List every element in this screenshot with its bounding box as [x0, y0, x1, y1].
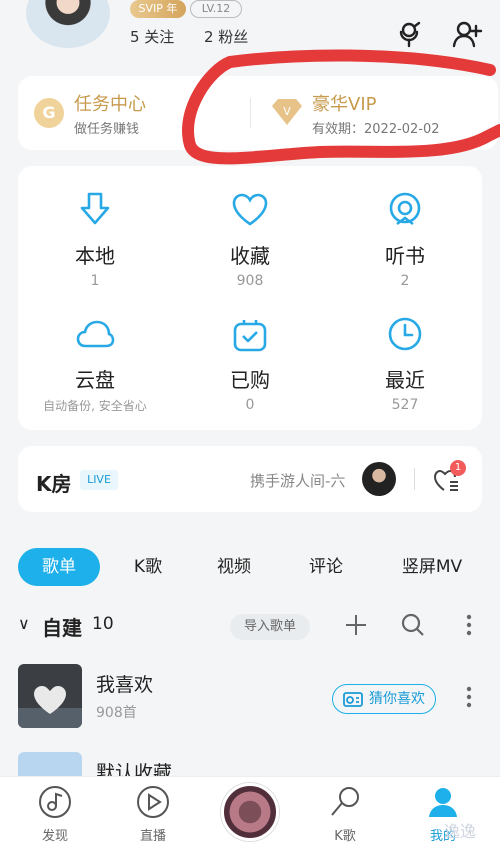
chevron-down-icon[interactable]: ∨ [18, 614, 30, 633]
grid-count: 自动备份, 安全省心 [43, 399, 147, 413]
grid-item-cloud[interactable]: 云盘 自动备份, 安全省心 [18, 314, 172, 434]
self-built-section-header: ∨ 自建 10 导入歌单 [0, 606, 500, 646]
music-note-icon [39, 786, 71, 818]
vip-expiry: 有效期：2022-02-02 [312, 122, 440, 137]
grid-item-recent[interactable]: 最近 527 [328, 314, 482, 434]
tab-comments[interactable]: 评论 [296, 548, 356, 586]
microphone-icon [331, 787, 359, 816]
add-friend-icon[interactable] [450, 18, 484, 52]
purchased-bag-icon [233, 320, 267, 352]
nav-label: 直播 [139, 829, 166, 844]
live-badge: LIVE [80, 470, 118, 490]
tab-playlists[interactable]: 歌单 [18, 548, 100, 586]
tab-vertical-mv[interactable]: 竖屏MV [392, 548, 472, 586]
grid-item-audiobook[interactable]: 听书 2 [328, 190, 482, 310]
nav-label: 发现 [41, 829, 68, 844]
radio-icon [343, 692, 363, 707]
download-icon [80, 192, 110, 225]
heart-icon [232, 193, 268, 226]
playlist-song-count: 908首 [96, 705, 137, 721]
nav-live[interactable]: 直播 [118, 785, 188, 844]
host-avatar[interactable] [362, 462, 396, 496]
vip-title[interactable]: 豪华VIP [312, 90, 376, 116]
divider [414, 468, 415, 490]
k-room-title: K房 [36, 472, 72, 496]
grid-label: 云盘 [75, 368, 115, 392]
task-vip-card: G 任务中心 做任务赚钱 V 豪华VIP 有效期：2022-02-02 [18, 76, 498, 150]
coin-icon: G [34, 98, 64, 128]
k-room-host: 携手游人间-六 [250, 472, 346, 490]
now-playing-disc[interactable] [221, 783, 279, 841]
grid-label: 本地 [75, 244, 115, 268]
section-title[interactable]: 自建 [42, 612, 82, 641]
nav-label: K歌 [334, 829, 356, 844]
grid-count: 0 [245, 397, 255, 413]
svip-badge[interactable]: SVIP 年 [130, 0, 186, 18]
section-count: 10 [92, 614, 114, 634]
grid-label: 收藏 [230, 244, 270, 268]
level-badge[interactable]: LV.12 [190, 0, 242, 18]
playlist-name: 我喜欢 [96, 674, 154, 696]
tab-video[interactable]: 视频 [204, 548, 264, 586]
grid-item-favorites[interactable]: 收藏 908 [173, 190, 327, 310]
grid-count: 908 [236, 273, 264, 289]
nav-k-song[interactable]: K歌 [310, 785, 380, 844]
task-center-subtitle: 做任务赚钱 [74, 122, 140, 137]
grid-label: 已购 [230, 368, 270, 392]
fans-count[interactable]: 2 粉丝 [204, 26, 248, 47]
playlist-cover [18, 664, 82, 728]
search-icon[interactable] [400, 612, 426, 638]
follow-count[interactable]: 5 关注 [130, 26, 174, 47]
tab-k-song[interactable]: K歌 [118, 548, 178, 586]
clock-icon [388, 317, 422, 351]
grid-label: 听书 [385, 244, 425, 268]
grid-item-local[interactable]: 本地 1 [18, 190, 172, 310]
profile-icon [429, 788, 457, 817]
divider [250, 98, 251, 128]
task-center-title[interactable]: 任务中心 [74, 90, 146, 116]
audiobook-icon [389, 192, 421, 226]
add-playlist-icon[interactable] [344, 612, 368, 638]
nav-discover[interactable]: 发现 [20, 785, 90, 844]
watermark: 逸逸 [444, 822, 477, 841]
grid-count: 2 [400, 273, 410, 289]
play-circle-icon [137, 786, 169, 818]
svg-text:V: V [283, 105, 291, 118]
k-room-card[interactable]: K房 LIVE 携手游人间-六 1 [18, 446, 482, 512]
user-avatar[interactable] [26, 0, 110, 48]
guess-you-like-button[interactable]: 猜你喜欢 [332, 684, 436, 714]
playlist-item[interactable]: 我喜欢 908首 猜你喜欢 [0, 664, 500, 734]
library-grid: 本地 1 收藏 908 听书 2 云盘 自动备份, 安全省心 已购 0 最近 5… [18, 166, 482, 430]
mic-icon[interactable] [392, 18, 426, 52]
more-vertical-icon[interactable] [458, 684, 480, 710]
profile-header: SVIP 年 LV.12 5 关注 2 粉丝 [0, 0, 500, 60]
grid-label: 最近 [385, 368, 425, 392]
import-playlist-button[interactable]: 导入歌单 [230, 614, 310, 640]
grid-count: 1 [90, 273, 100, 289]
more-vertical-icon[interactable] [458, 612, 480, 638]
grid-item-purchased[interactable]: 已购 0 [173, 314, 327, 434]
content-tabs: 歌单 K歌 视频 评论 竖屏MV [0, 548, 500, 586]
grid-count: 527 [391, 397, 419, 413]
vip-diamond-icon: V [270, 98, 304, 126]
guess-you-like-label: 猜你喜欢 [369, 691, 425, 707]
notification-badge: 1 [450, 460, 466, 476]
bottom-navigation: 发现 直播 K歌 我的 [0, 776, 500, 855]
cloud-icon [76, 320, 115, 348]
